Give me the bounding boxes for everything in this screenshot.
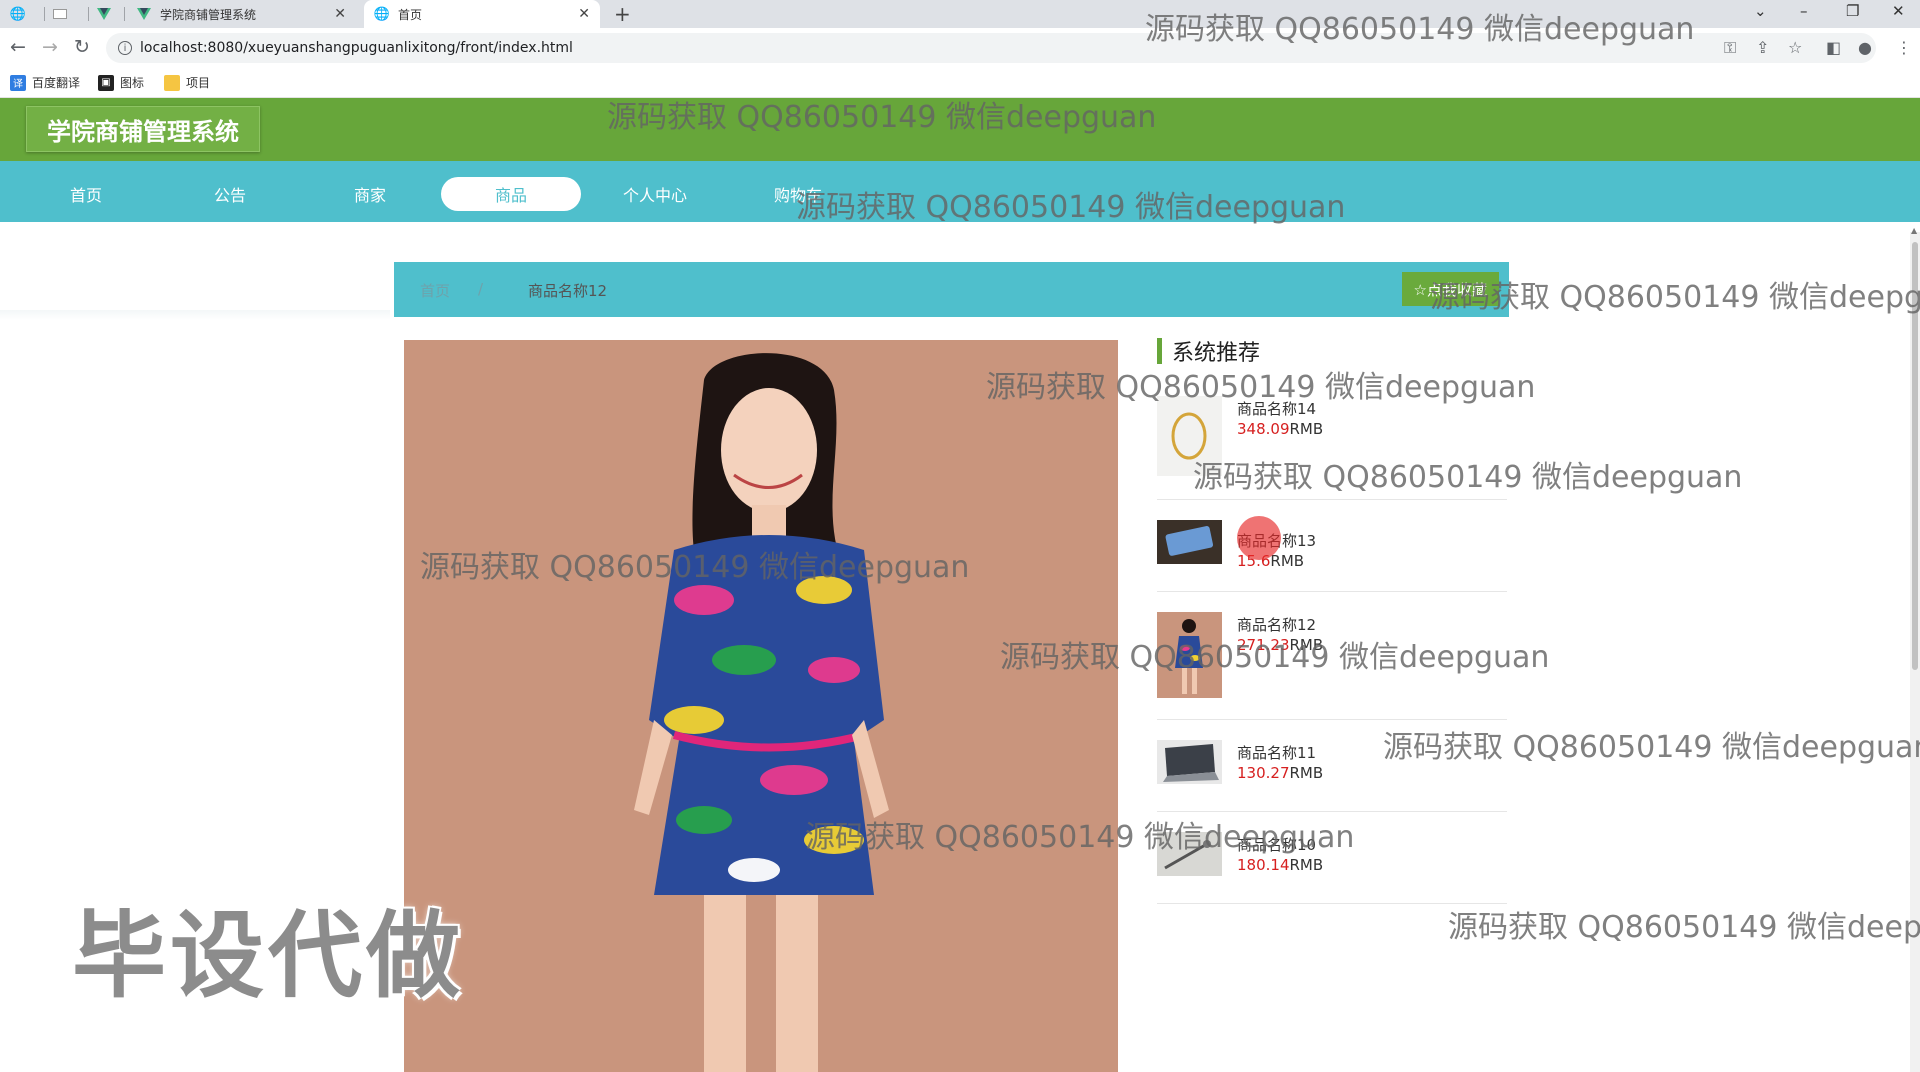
address-bar[interactable]: i localhost:8080/xueyuanshangpuguanlixit… (106, 33, 1876, 63)
breadcrumb-current: 商品名称12 (528, 282, 608, 300)
reload-icon[interactable]: ↻ (74, 36, 90, 58)
list-item[interactable]: 商品名称12 271.23RMB (1157, 592, 1507, 720)
tab-pinned-3[interactable] (96, 0, 124, 28)
bookmark-label: 项目 (186, 76, 211, 90)
thumbnail-image[interactable] (1157, 740, 1222, 784)
site-header: 学院商铺管理系统 (0, 98, 1920, 161)
list-item[interactable]: 商品名称10 180.14RMB (1157, 812, 1507, 904)
translate-icon: 译 (10, 74, 26, 91)
bookmark-icons[interactable]: ▣ 图标 (98, 74, 144, 91)
nav-home[interactable]: 首页 (16, 177, 156, 211)
minimize-icon[interactable]: – (1800, 2, 1808, 20)
restore-icon[interactable]: ❐ (1846, 2, 1859, 20)
bookmarks-bar: 译 百度翻译 ▣ 图标 项目 (0, 68, 1920, 98)
tab-title: 学院商铺管理系统 (160, 7, 257, 22)
bookmark-label: 图标 (120, 76, 145, 90)
price-unit: RMB (1289, 420, 1324, 438)
blank-page-icon (52, 6, 68, 22)
site-logo-title[interactable]: 学院商铺管理系统 (26, 106, 260, 152)
product-price: 348.09RMB (1237, 420, 1323, 438)
price-value: 180.14 (1237, 856, 1290, 874)
price-unit: RMB (1289, 764, 1324, 782)
tab-pinned-1[interactable]: 🌐 (10, 0, 38, 28)
breadcrumb-separator: / (478, 280, 484, 298)
list-item[interactable]: 商品名称11 130.27RMB (1157, 720, 1507, 812)
favorite-button[interactable]: ☆点我收藏 (1401, 272, 1499, 306)
nav-notice[interactable]: 公告 (160, 177, 300, 211)
vue-logo-icon (136, 6, 152, 22)
tab-home-active[interactable]: 🌐 首页 ✕ (364, 0, 600, 28)
star-bookmark-icon[interactable]: ☆ (1788, 38, 1802, 57)
product-name[interactable]: 商品名称11 (1237, 742, 1316, 763)
breadcrumb: 首页 / 商品名称12 ☆点我收藏 (394, 262, 1509, 317)
profile-avatar-icon[interactable]: ● (1858, 38, 1872, 57)
forward-arrow-icon[interactable]: → (42, 36, 58, 58)
product-name[interactable]: 商品名称10 (1237, 834, 1316, 855)
tab-separator (124, 7, 125, 21)
watermark-text: 源码获取 QQ86050149 微信deepguan (1448, 910, 1920, 945)
product-image (404, 340, 1118, 1072)
url-text[interactable]: localhost:8080/xueyuanshangpuguanlixiton… (140, 40, 573, 56)
list-item[interactable]: 商品名称13 15.6RMB (1157, 500, 1507, 592)
price-value: 348.09 (1237, 420, 1290, 438)
vue-logo-icon (96, 6, 112, 22)
globe-icon: 🌐 (9, 6, 27, 22)
key-icon[interactable]: ⚿ (1724, 38, 1736, 58)
back-arrow-icon[interactable]: ← (10, 36, 26, 58)
thumbnail-image[interactable] (1157, 612, 1222, 698)
product-price: 271.23RMB (1237, 636, 1323, 654)
thumbnail-image[interactable] (1157, 396, 1222, 476)
product-price: 180.14RMB (1237, 856, 1323, 874)
product-price: 130.27RMB (1237, 764, 1323, 782)
info-icon[interactable]: i (118, 41, 132, 55)
price-value: 271.23 (1237, 636, 1290, 654)
browser-tab-strip: 🌐 学院商铺管理系统 ✕ 🌐 首页 ✕ + ⌄ – ❐ ✕ (0, 0, 1920, 28)
tab-admin-system[interactable]: 学院商铺管理系统 ✕ (130, 0, 356, 28)
share-icon[interactable]: ⇪ (1756, 38, 1769, 57)
thumbnail-image[interactable] (1157, 520, 1222, 564)
folder-icon (164, 74, 180, 91)
tab-title: 首页 (398, 7, 423, 22)
tab-separator (44, 7, 45, 21)
nav-cart[interactable]: 购物车 (728, 177, 868, 211)
new-tab-plus-icon[interactable]: + (614, 2, 631, 26)
tab-pinned-2[interactable] (52, 0, 80, 28)
cursor-highlight (1237, 516, 1281, 560)
tab-search-chevron-icon[interactable]: ⌄ (1754, 2, 1767, 20)
nav-personal-center[interactable]: 个人中心 (585, 177, 725, 211)
recommend-title: 系统推荐 (1157, 338, 1260, 366)
scrollbar-thumb[interactable] (1912, 242, 1918, 670)
menu-dots-icon[interactable]: ⋮ (1896, 38, 1912, 57)
tab-separator (88, 7, 89, 21)
close-window-icon[interactable]: ✕ (1892, 2, 1905, 20)
thumbnail-image[interactable] (1157, 832, 1222, 876)
side-panel-icon[interactable]: ◧ (1826, 38, 1841, 57)
close-icon[interactable]: ✕ (578, 6, 590, 22)
bookmark-project-folder[interactable]: 项目 (164, 74, 210, 91)
list-item[interactable]: 商品名称14 348.09RMB (1157, 396, 1507, 500)
bookmark-label: 百度翻译 (32, 76, 81, 90)
close-icon[interactable]: ✕ (334, 6, 346, 22)
price-value: 130.27 (1237, 764, 1290, 782)
breadcrumb-home[interactable]: 首页 (420, 280, 450, 301)
product-name[interactable]: 商品名称12 (1237, 614, 1316, 635)
globe-icon: 🌐 (373, 6, 391, 22)
price-unit: RMB (1270, 552, 1305, 570)
price-unit: RMB (1289, 636, 1324, 654)
browser-toolbar: ← → ↻ i localhost:8080/xueyuanshangpugua… (0, 28, 1920, 68)
nav-goods[interactable]: 商品 (441, 177, 581, 211)
nav-merchant[interactable]: 商家 (300, 177, 440, 211)
scroll-up-arrow-icon[interactable]: ▲ (1911, 226, 1917, 235)
image-icon: ▣ (98, 74, 114, 91)
product-name[interactable]: 商品名称14 (1237, 398, 1316, 419)
price-unit: RMB (1289, 856, 1324, 874)
main-nav: 首页 公告 商家 商品 个人中心 购物车 (0, 161, 1920, 222)
divider (0, 310, 390, 320)
bookmark-baidu-translate[interactable]: 译 百度翻译 (10, 74, 80, 91)
